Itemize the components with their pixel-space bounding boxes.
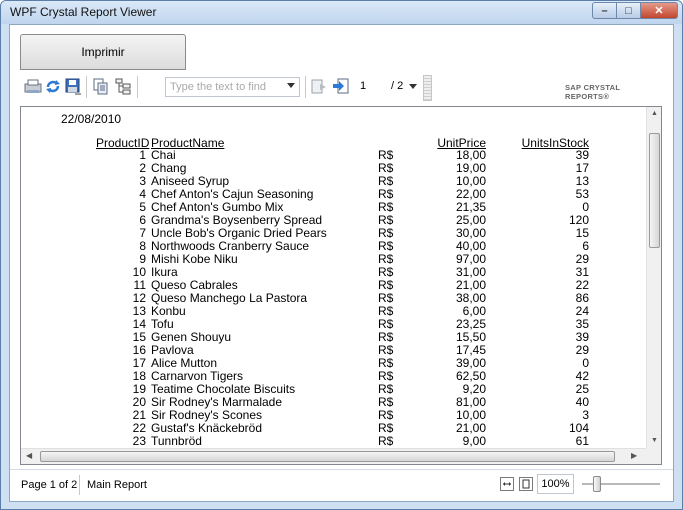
zoom-level-field[interactable]: 100% (537, 474, 574, 494)
toolbar-separator (86, 76, 87, 98)
window-title: WPF Crystal Report Viewer (10, 5, 157, 19)
search-dropdown-icon[interactable] (287, 83, 295, 88)
report-canvas: 22/08/2010 ProductID ProductName UnitPri… (20, 106, 662, 465)
minimize-button[interactable]: – (592, 2, 617, 19)
table-row: 13 Konbu R$ 6,00 24 (21, 305, 641, 318)
horizontal-scrollbar[interactable]: ◀ ▶ (21, 448, 646, 464)
cell-currency: R$ (378, 434, 394, 448)
zoom-slider-thumb[interactable] (593, 476, 601, 492)
cell-price: 9,00 (462, 434, 486, 448)
page-width-icon[interactable] (500, 477, 514, 491)
scroll-down-icon[interactable]: ▼ (651, 437, 658, 444)
report-page: 22/08/2010 ProductID ProductName UnitPri… (21, 107, 646, 447)
brand-logo: SAP CRYSTAL REPORTS® (565, 83, 621, 101)
table-row: 2 Chang R$ 19,00 17 (21, 162, 641, 175)
table-row: 9 Mishi Kobe Niku R$ 97,00 29 (21, 253, 641, 266)
export-icon[interactable] (24, 78, 42, 95)
refresh-icon[interactable] (44, 78, 62, 95)
table-row: 15 Genen Shouyu R$ 15,50 39 (21, 331, 641, 344)
table-row: 4 Chef Anton's Cajun Seasoning R$ 22,00 53 (21, 188, 641, 201)
scroll-right-icon[interactable]: ▶ (631, 451, 637, 460)
table-row: 14 Tofu R$ 23,25 35 (21, 318, 641, 331)
status-separator (79, 475, 80, 495)
toolbar-separator (137, 76, 138, 98)
table-row: 10 Ikura R$ 31,00 31 (21, 266, 641, 279)
print-button[interactable]: Imprimir (20, 34, 186, 70)
cell-id: 23 (132, 434, 146, 448)
table-row: 1 Chai R$ 18,00 39 (21, 149, 641, 162)
table-row: 19 Teatime Chocolate Biscuits R$ 9,20 25 (21, 383, 641, 396)
status-bar: Page 1 of 2 Main Report 100% (10, 469, 673, 502)
toolbar-separator (305, 76, 306, 98)
table-row: 6 Grandma's Boysenberry Spread R$ 25,00 120 (21, 214, 641, 227)
maximize-button[interactable]: □ (616, 2, 641, 19)
vertical-scrollbar[interactable]: ▲ ▼ (646, 107, 661, 448)
search-field[interactable] (165, 77, 300, 97)
cell-name: Tunnbröd (151, 434, 202, 448)
cell-stock: 61 (575, 434, 589, 448)
viewer-toolbar: 1 / 2 SAP CRYSTAL REPORTS® (20, 72, 665, 102)
scroll-left-icon[interactable]: ◀ (26, 451, 32, 460)
app-window: WPF Crystal Report Viewer – □ ✕ Imprimir (0, 0, 683, 510)
scroll-up-icon[interactable]: ▲ (651, 110, 658, 117)
viewer-client-area: Imprimir Type the text to find 1 / 2 SAP… (9, 24, 674, 502)
total-pages-label: / 2 (391, 80, 404, 92)
table-row: 22 Gustaf's Knäckebröd R$ 21,00 104 (21, 422, 641, 435)
table-row: 17 Alice Mutton R$ 39,00 0 (21, 357, 641, 370)
table-row: 21 Sir Rodney's Scones R$ 10,00 3 (21, 409, 641, 422)
title-bar: WPF Crystal Report Viewer – □ ✕ (1, 1, 682, 24)
report-date: 22/08/2010 (61, 112, 122, 126)
table-row: 23 Tunnbröd R$ 9,00 61 (21, 434, 641, 448)
table-row: 7 Uncle Bob's Organic Dried Pears R$ 30,00 1… (21, 227, 641, 240)
report-name: Main Report (87, 479, 147, 491)
zoom-slider[interactable] (582, 476, 660, 492)
vertical-scroll-thumb[interactable] (649, 133, 660, 248)
table-row: 16 Pavlova R$ 17,45 29 (21, 344, 641, 357)
save-icon[interactable] (64, 78, 82, 95)
table-row: 12 Queso Manchego La Pastora R$ 38,00 86 (21, 292, 641, 305)
scrollbar-corner (646, 448, 661, 464)
find-next-icon[interactable] (310, 78, 328, 95)
copy-icon[interactable] (92, 78, 110, 95)
whole-page-icon[interactable] (519, 477, 533, 491)
page-dropdown-icon[interactable] (409, 84, 417, 89)
page-status: Page 1 of 2 (21, 479, 78, 491)
current-page-field[interactable]: 1 (360, 80, 366, 92)
table-row: 3 Aniseed Syrup R$ 10,00 13 (21, 175, 641, 188)
table-row: 18 Carnarvon Tigers R$ 62,50 42 (21, 370, 641, 383)
table-row: 11 Queso Cabrales R$ 21,00 22 (21, 279, 641, 292)
table-row: 20 Sir Rodney's Marmalade R$ 81,00 40 (21, 396, 641, 409)
close-button[interactable]: ✕ (640, 2, 678, 19)
group-tree-icon[interactable] (114, 78, 132, 95)
table-row: 5 Chef Anton's Gumbo Mix R$ 21,35 0 (21, 201, 641, 214)
toolbar-grip[interactable] (423, 75, 432, 101)
search-input[interactable] (166, 78, 285, 96)
horizontal-scroll-thumb[interactable] (40, 451, 615, 462)
go-to-page-icon[interactable] (332, 78, 350, 95)
table-row: 8 Northwoods Cranberry Sauce R$ 40,00 6 (21, 240, 641, 253)
